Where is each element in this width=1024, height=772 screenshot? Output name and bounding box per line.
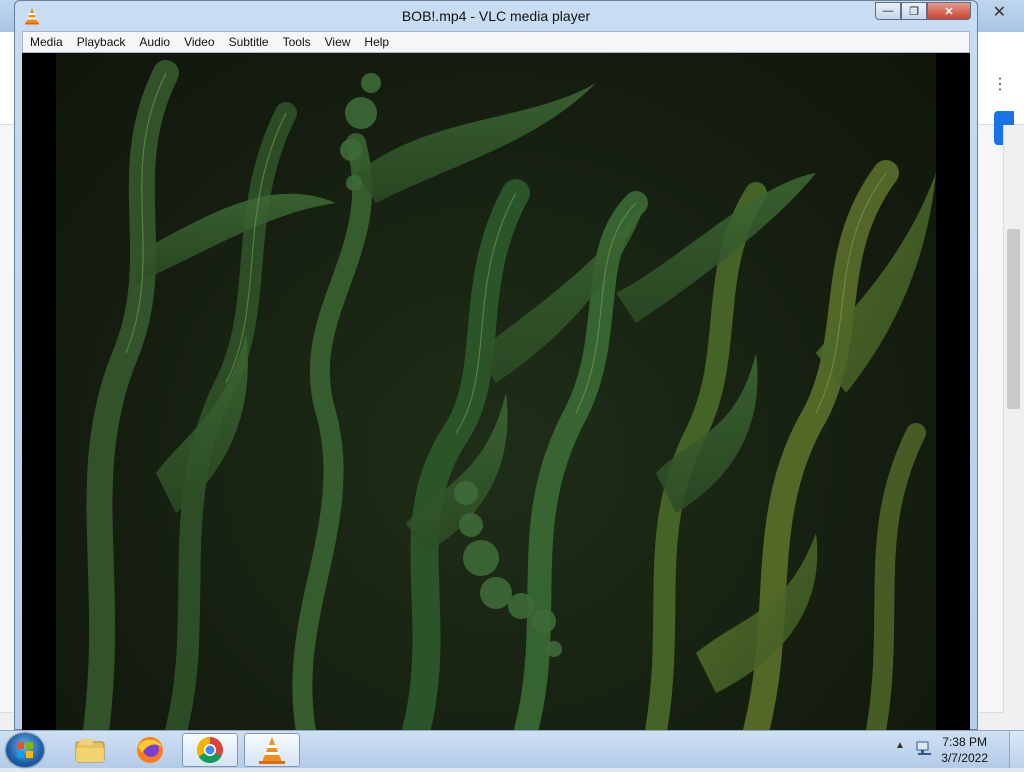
vlc-icon: [259, 737, 285, 764]
clock[interactable]: 7:38 PM 3/7/2022: [941, 734, 988, 766]
menu-video[interactable]: Video: [177, 32, 221, 52]
firefox-icon: [137, 737, 163, 763]
menu-help[interactable]: Help: [357, 32, 396, 52]
menu-media[interactable]: Media: [23, 32, 70, 52]
windows-explorer-icon: [75, 739, 105, 763]
menu-view[interactable]: View: [318, 32, 358, 52]
windows-logo-icon: [17, 742, 33, 758]
network-icon[interactable]: [915, 739, 933, 757]
window-title: BOB!.mp4 - VLC media player: [401, 8, 591, 24]
video-playback-area[interactable]: [22, 53, 970, 731]
close-button[interactable]: ✕: [927, 2, 971, 20]
taskbar-vlc-button[interactable]: [244, 733, 300, 767]
taskbar-firefox-button[interactable]: [122, 733, 178, 767]
browser-menu-icon[interactable]: ⋮: [992, 74, 1008, 94]
taskbar-chrome-button[interactable]: [182, 733, 238, 767]
menu-playback[interactable]: Playback: [70, 32, 133, 52]
maximize-button[interactable]: ❐: [901, 2, 927, 20]
vlc-window: BOB!.mp4 - VLC media player — ❐ ✕ Media …: [14, 0, 978, 731]
menu-tools[interactable]: Tools: [276, 32, 318, 52]
window-controls: — ❐ ✕: [875, 2, 971, 20]
show-hidden-icons-arrow[interactable]: ▲: [895, 740, 905, 751]
menu-subtitle[interactable]: Subtitle: [222, 32, 276, 52]
kelp-artwork: [83, 60, 936, 731]
vlc-menu-bar: Media Playback Audio Video Subtitle Tool…: [22, 31, 970, 53]
clock-time: 7:38 PM: [942, 735, 987, 749]
browser-close-icon[interactable]: ✕: [993, 2, 1006, 22]
scrollbar-thumb[interactable]: [1007, 229, 1020, 409]
menu-audio[interactable]: Audio: [132, 32, 177, 52]
minimize-button[interactable]: —: [875, 2, 901, 20]
show-desktop-button[interactable]: [1009, 731, 1024, 768]
taskbar-explorer-button[interactable]: [62, 733, 118, 767]
start-button[interactable]: [6, 733, 44, 767]
chrome-icon: [196, 736, 223, 764]
clock-date: 3/7/2022: [941, 751, 988, 765]
vlc-titlebar[interactable]: BOB!.mp4 - VLC media player — ❐ ✕: [15, 1, 977, 31]
windows-taskbar: ▲ 7:38 PM 3/7/2022: [0, 730, 1024, 768]
video-frame: [56, 53, 936, 731]
browser-vertical-scrollbar[interactable]: [1003, 125, 1024, 730]
